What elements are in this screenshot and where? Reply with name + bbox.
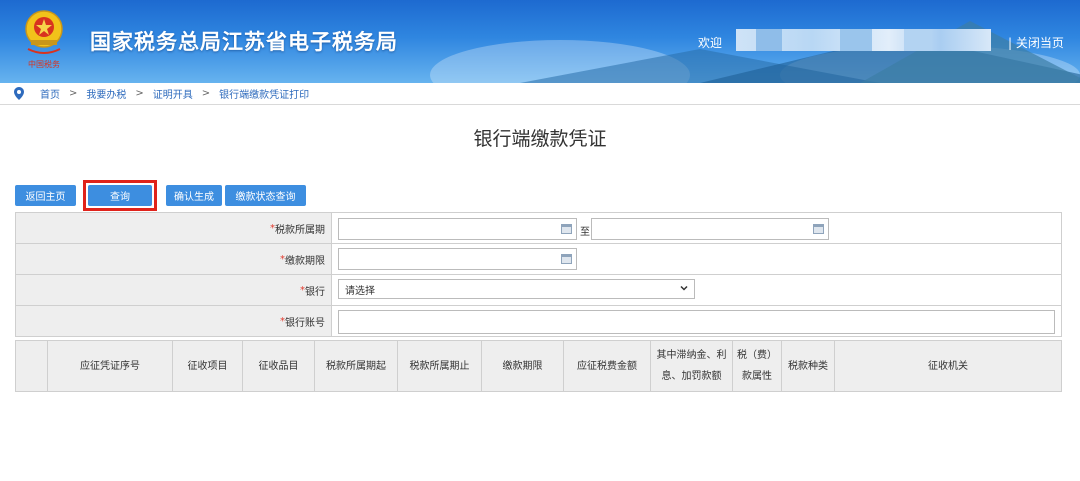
table-header-cell: 税款种类 [782,341,835,391]
due-date-label: * 缴款期限 [15,244,332,274]
tax-period-label: * 税款所属期 [15,213,332,243]
tax-emblem-logo: 中国税务 [25,10,63,69]
tax-period-label-text: 税款所属期 [275,224,325,236]
bank-cell: 请选择 [332,275,1062,305]
payment-status-query-button[interactable]: 缴款状态查询 [225,185,306,206]
due-date-input[interactable] [338,248,577,270]
table-header-cell: 税（费） 款属性 [733,341,782,391]
table-header-cell: 缴款期限 [482,341,564,391]
welcome-text: 欢迎 [698,36,723,50]
confirm-generate-button[interactable]: 确认生成 [166,185,222,206]
tax-period-end-input[interactable] [591,218,829,240]
form-row-due-date: * 缴款期限 [15,244,1062,275]
table-header-cell: 征收机关 [928,360,968,372]
username-redacted [736,29,991,51]
bank-label: * 银行 [15,275,332,305]
table-header-cell: 税款所属期起 [315,341,398,391]
tax-period-cell: 至 [332,213,1062,243]
breadcrumb-separator: > [69,88,78,99]
back-home-button[interactable]: 返回主页 [15,185,76,206]
to-label: 至 [580,227,590,238]
table-header-checkbox-col [16,341,48,391]
close-page-link[interactable]: | 关闭当页 [1008,34,1064,51]
due-date-label-text: 缴款期限 [285,255,325,267]
breadcrumb: 首页 > 我要办税 > 证明开具 > 银行端缴款凭证打印 [0,83,1080,105]
bank-select[interactable]: 请选择 [338,279,695,299]
bank-label-text: 银行 [305,286,325,298]
header-banner: 中国税务 国家税务总局江苏省电子税务局 欢迎 | 关闭当页 [0,0,1080,83]
due-date-cell [332,244,1062,274]
table-header-cell: 应征凭证序号 [48,341,173,391]
page-title: 银行端缴款凭证 [473,128,607,150]
table-header-cell: 应征税费金额 [564,341,651,391]
bank-account-input[interactable] [338,310,1055,334]
breadcrumb-home[interactable]: 首页 [40,86,60,101]
chevron-down-icon [680,285,688,291]
table-header-cell: 征收品目 [243,341,315,391]
query-button[interactable]: 查询 [88,185,152,206]
table-header-cell: 其中滞纳金、利 息、加罚款额 [651,341,733,391]
query-button-highlight: 查询 [83,180,157,211]
site-title: 国家税务总局江苏省电子税务局 [90,30,398,54]
breadcrumb-separator: > [135,88,144,99]
location-pin-icon [14,87,24,100]
redaction-block [840,29,872,51]
breadcrumb-current: 银行端缴款凭证打印 [219,90,310,101]
account-cell [332,306,1062,336]
table-header-cell: 征收项目 [173,341,243,391]
form-row-bank: * 银行 请选择 [15,275,1062,306]
breadcrumb-certificate[interactable]: 证明开具 [153,86,193,101]
calendar-icon[interactable] [561,254,572,264]
calendar-icon[interactable] [561,224,572,234]
toolbar: 返回主页 查询 确认生成 缴款状态查询 [15,180,306,211]
account-label-text: 银行账号 [285,317,325,329]
calendar-icon[interactable] [813,224,824,234]
bank-select-value: 请选择 [345,285,375,297]
table-header-cell: 税款所属期止 [398,341,482,391]
tax-period-start-input[interactable] [338,218,577,240]
breadcrumb-separator: > [201,88,211,99]
breadcrumb-do-tax[interactable]: 我要办税 [86,86,126,101]
redaction-block [756,29,782,51]
results-table-header: 应征凭证序号 征收项目 征收品目 税款所属期起 税款所属期止 缴款期限 应征税费… [15,340,1062,392]
form-row-tax-period: * 税款所属期 至 [15,213,1062,244]
form-row-account: * 银行账号 [15,306,1062,337]
account-label: * 银行账号 [15,306,332,336]
emblem-caption: 中国税务 [28,59,60,69]
redaction-block [904,29,932,51]
query-form: * 税款所属期 至 * 缴款期限 * 银行 请选择 * 银行账号 [15,212,1062,337]
